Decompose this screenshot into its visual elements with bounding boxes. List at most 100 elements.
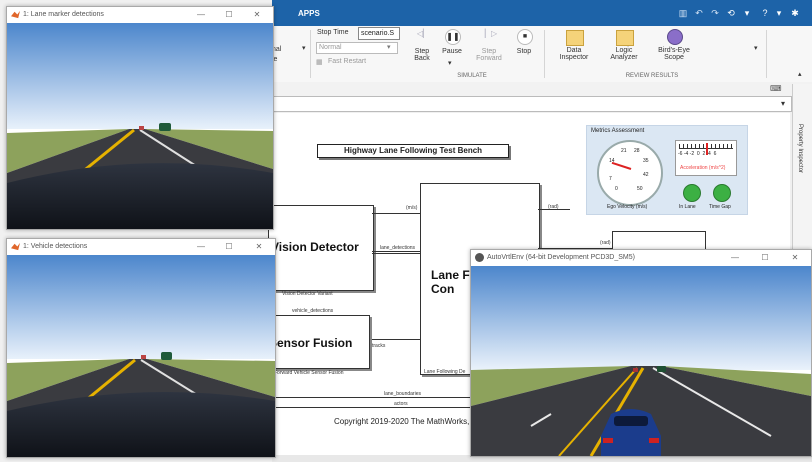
pause-button[interactable]: Pause bbox=[436, 48, 468, 55]
model-address-bar[interactable]: ▾ bbox=[272, 96, 792, 112]
stop-time-label: Stop Time bbox=[317, 29, 349, 36]
signal-label: lane_boundaries bbox=[384, 391, 421, 397]
logic-analyzer-icon bbox=[616, 30, 634, 46]
step-forward-button[interactable]: Step Forward bbox=[470, 48, 508, 62]
signal-line bbox=[372, 213, 420, 214]
undo-icon[interactable]: ↶ bbox=[692, 7, 706, 19]
dropdown-icon[interactable]: ▾ bbox=[302, 44, 306, 52]
minimize-icon[interactable]: — bbox=[195, 242, 207, 251]
birds-eye-scope-button[interactable]: Bird's-Eye Scope bbox=[652, 47, 696, 61]
lamp-label: Time Gap bbox=[709, 204, 731, 210]
autovrtlenv-window[interactable]: AutoVrtlEnv (64-bit Development PCD3D_SM… bbox=[470, 249, 812, 457]
pause-icon: ❚❚ bbox=[445, 29, 461, 45]
block-caption: Forward Vehicle Sensor Fusion bbox=[274, 370, 344, 376]
section-simulate: SIMULATE bbox=[457, 73, 487, 79]
window-titlebar[interactable]: 1: Lane marker detections — ☐ ✕ bbox=[7, 7, 273, 23]
signal-line bbox=[372, 339, 420, 340]
gauge-tick: 21 bbox=[621, 148, 627, 154]
logic-analyzer-button[interactable]: Logic Analyzer bbox=[604, 47, 644, 61]
step-back-icon: ◁▏ bbox=[416, 29, 430, 38]
simulation-mode-select[interactable]: Normal bbox=[316, 42, 398, 54]
divider bbox=[544, 30, 545, 78]
signal-label: vehicle_detections bbox=[292, 308, 334, 314]
signal-line bbox=[372, 253, 420, 254]
chevron-down-icon: ▾ bbox=[387, 44, 391, 51]
time-gap-lamp bbox=[713, 184, 731, 202]
camera-view bbox=[7, 255, 275, 457]
close-icon[interactable]: ✕ bbox=[789, 253, 801, 262]
gauge-tick: 0 bbox=[615, 186, 618, 192]
chevron-down-icon[interactable]: ▾ bbox=[781, 99, 785, 108]
signal-line bbox=[272, 397, 470, 398]
block-title: Sensor Fusion bbox=[269, 336, 353, 350]
signal-label: tracks bbox=[372, 343, 386, 349]
gauge-tick: 42 bbox=[643, 172, 649, 178]
step-forward-icon: ▏▷ bbox=[484, 29, 498, 38]
unreal-engine-icon bbox=[475, 253, 484, 262]
accel-label: Acceleration (m/s^2) bbox=[680, 165, 726, 171]
close-icon[interactable]: ✕ bbox=[253, 242, 265, 251]
signal-label: (rad) bbox=[548, 204, 559, 210]
minimize-icon[interactable]: — bbox=[729, 253, 741, 262]
metrics-title: Metrics Assessment bbox=[591, 128, 645, 134]
help-icon[interactable]: ? bbox=[758, 7, 772, 19]
matlab-icon bbox=[11, 10, 20, 19]
signal-label: (rad) bbox=[600, 240, 611, 246]
gauge-tick: 28 bbox=[634, 148, 640, 154]
birds-eye-scope-icon bbox=[667, 29, 683, 45]
quick-access-icon[interactable]: ▥ bbox=[676, 7, 690, 19]
third-person-scene bbox=[471, 266, 811, 456]
metrics-assessment-panel[interactable]: Metrics Assessment 7 14 21 28 35 42 0 50… bbox=[586, 125, 748, 215]
vehicle-detections-window[interactable]: 1: Vehicle detections — ☐ ✕ bbox=[6, 238, 276, 458]
keyboard-icon[interactable]: ⌨ bbox=[770, 84, 782, 93]
window-title: 1: Lane marker detections bbox=[23, 11, 104, 18]
window-title: AutoVrtlEnv (64-bit Development PCD3D_SM… bbox=[487, 254, 635, 261]
stop-button[interactable]: Stop bbox=[510, 48, 538, 55]
camera-view bbox=[7, 23, 273, 229]
ribbon-toolstrip: nal le ▾ Stop Time scenario.S Normal ▾ ▦… bbox=[272, 26, 812, 83]
minimize-icon[interactable]: — bbox=[195, 10, 207, 19]
model-title-banner[interactable]: Highway Lane Following Test Bench bbox=[317, 144, 509, 158]
settings-gear-icon[interactable]: ✱ bbox=[788, 7, 802, 19]
gauge-tick: 35 bbox=[643, 158, 649, 164]
close-icon[interactable]: ✕ bbox=[251, 10, 263, 19]
3d-environment-view bbox=[471, 266, 811, 456]
collapse-ribbon-icon[interactable]: ▴ bbox=[798, 70, 802, 78]
maximize-icon[interactable]: ☐ bbox=[759, 253, 771, 262]
fast-restart-toggle[interactable]: Fast Restart bbox=[328, 58, 366, 65]
step-back-button[interactable]: Step Back bbox=[404, 48, 440, 62]
tab-apps[interactable]: APPS bbox=[298, 9, 320, 18]
stop-icon: ■ bbox=[517, 29, 533, 45]
maximize-icon[interactable]: ☐ bbox=[223, 10, 235, 19]
property-inspector-label: Property Inspector bbox=[797, 124, 803, 174]
window-titlebar[interactable]: AutoVrtlEnv (64-bit Development PCD3D_SM… bbox=[471, 250, 811, 266]
acceleration-gauge: -6 -4 -2 0 2 4 6 Acceleration (m/s^2) bbox=[675, 140, 737, 176]
gauge-label: Ego Velocity (m/s) bbox=[607, 204, 648, 210]
gauge-tick: 50 bbox=[637, 186, 643, 192]
model-toolbar: ⌨ bbox=[272, 82, 812, 97]
dropdown-icon[interactable]: ▾ bbox=[772, 7, 786, 19]
chevron-down-icon[interactable]: ▾ bbox=[448, 59, 452, 67]
data-inspector-button[interactable]: Data Inspector bbox=[554, 47, 594, 61]
simulink-titlebar: APPS ▥ ↶ ↷ ⟲ ▾ ? ▾ ✱ bbox=[272, 0, 812, 26]
ego-velocity-gauge: 7 14 21 28 35 42 0 50 bbox=[597, 140, 663, 206]
signal-label: actors bbox=[394, 401, 408, 407]
stop-time-input[interactable]: scenario.S bbox=[358, 27, 400, 40]
gauge-tick: 7 bbox=[609, 176, 612, 182]
maximize-icon[interactable]: ☐ bbox=[223, 242, 235, 251]
matlab-icon bbox=[11, 242, 20, 251]
gauge-ticks: -6 -4 -2 0 2 4 6 bbox=[678, 151, 717, 157]
window-titlebar[interactable]: 1: Vehicle detections — ☐ ✕ bbox=[7, 239, 275, 255]
signal-label: (m/s) bbox=[406, 205, 418, 211]
fast-restart-icon: ▦ bbox=[316, 59, 323, 66]
sensor-fusion-block[interactable]: Sensor Fusion bbox=[268, 315, 370, 369]
dropdown-icon[interactable]: ▾ bbox=[740, 7, 754, 19]
vision-detector-block[interactable]: Vision Detector bbox=[268, 205, 374, 291]
lane-detection-scene bbox=[7, 23, 273, 229]
divider bbox=[310, 30, 311, 78]
lane-marker-window[interactable]: 1: Lane marker detections — ☐ ✕ bbox=[6, 6, 274, 230]
sync-icon[interactable]: ⟲ bbox=[724, 7, 738, 19]
in-lane-lamp bbox=[683, 184, 701, 202]
redo-icon[interactable]: ↷ bbox=[708, 7, 722, 19]
chevron-down-icon[interactable]: ▾ bbox=[754, 44, 758, 52]
